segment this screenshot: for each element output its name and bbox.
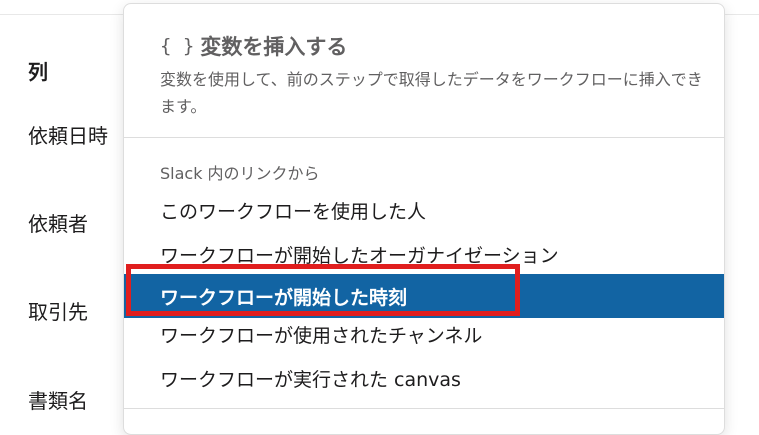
menu-item-label: ワークフローが実行された canvas [160,368,461,391]
braces-icon: { } [160,35,195,57]
menu-item-workflow-channel[interactable]: ワークフローが使用されたチャンネル [124,312,724,356]
field-label-request-datetime: 依頼日時 [28,124,108,148]
popover-title-row: { } 変数を挿入する [160,31,347,61]
menu-item-label: ワークフローが開始したオーガナイゼーション [160,244,559,267]
field-label-document-name: 書類名 [28,389,88,413]
field-label-requester: 依頼者 [28,212,88,236]
menu-item-workflow-organization[interactable]: ワークフローが開始したオーガナイゼーション [124,232,724,276]
popover-header: { } 変数を挿入する 変数を使用して、前のステップで取得したデータをワークフロ… [124,4,724,138]
field-label-client: 取引先 [28,300,88,324]
menu-item-label: このワークフローを使用した人 [160,200,427,223]
menu-item-workflow-canvas[interactable]: ワークフローが実行された canvas [124,356,724,400]
insert-variable-popover: { } 変数を挿入する 変数を使用して、前のステップで取得したデータをワークフロ… [123,3,725,435]
divider [124,408,724,409]
column-heading: 列 [28,60,48,84]
menu-item-label: ワークフローが使用されたチャンネル [160,324,483,347]
popover-title: 変数を挿入する [200,35,348,59]
menu-item-workflow-user[interactable]: このワークフローを使用した人 [124,188,724,232]
menu-item-label: ワークフローが開始した時刻 [160,286,408,309]
section-heading-slack-links: Slack 内のリンクから [160,164,320,183]
popover-description: 変数を使用して、前のステップで取得したデータをワークフローに挿入できます。 [160,70,703,116]
